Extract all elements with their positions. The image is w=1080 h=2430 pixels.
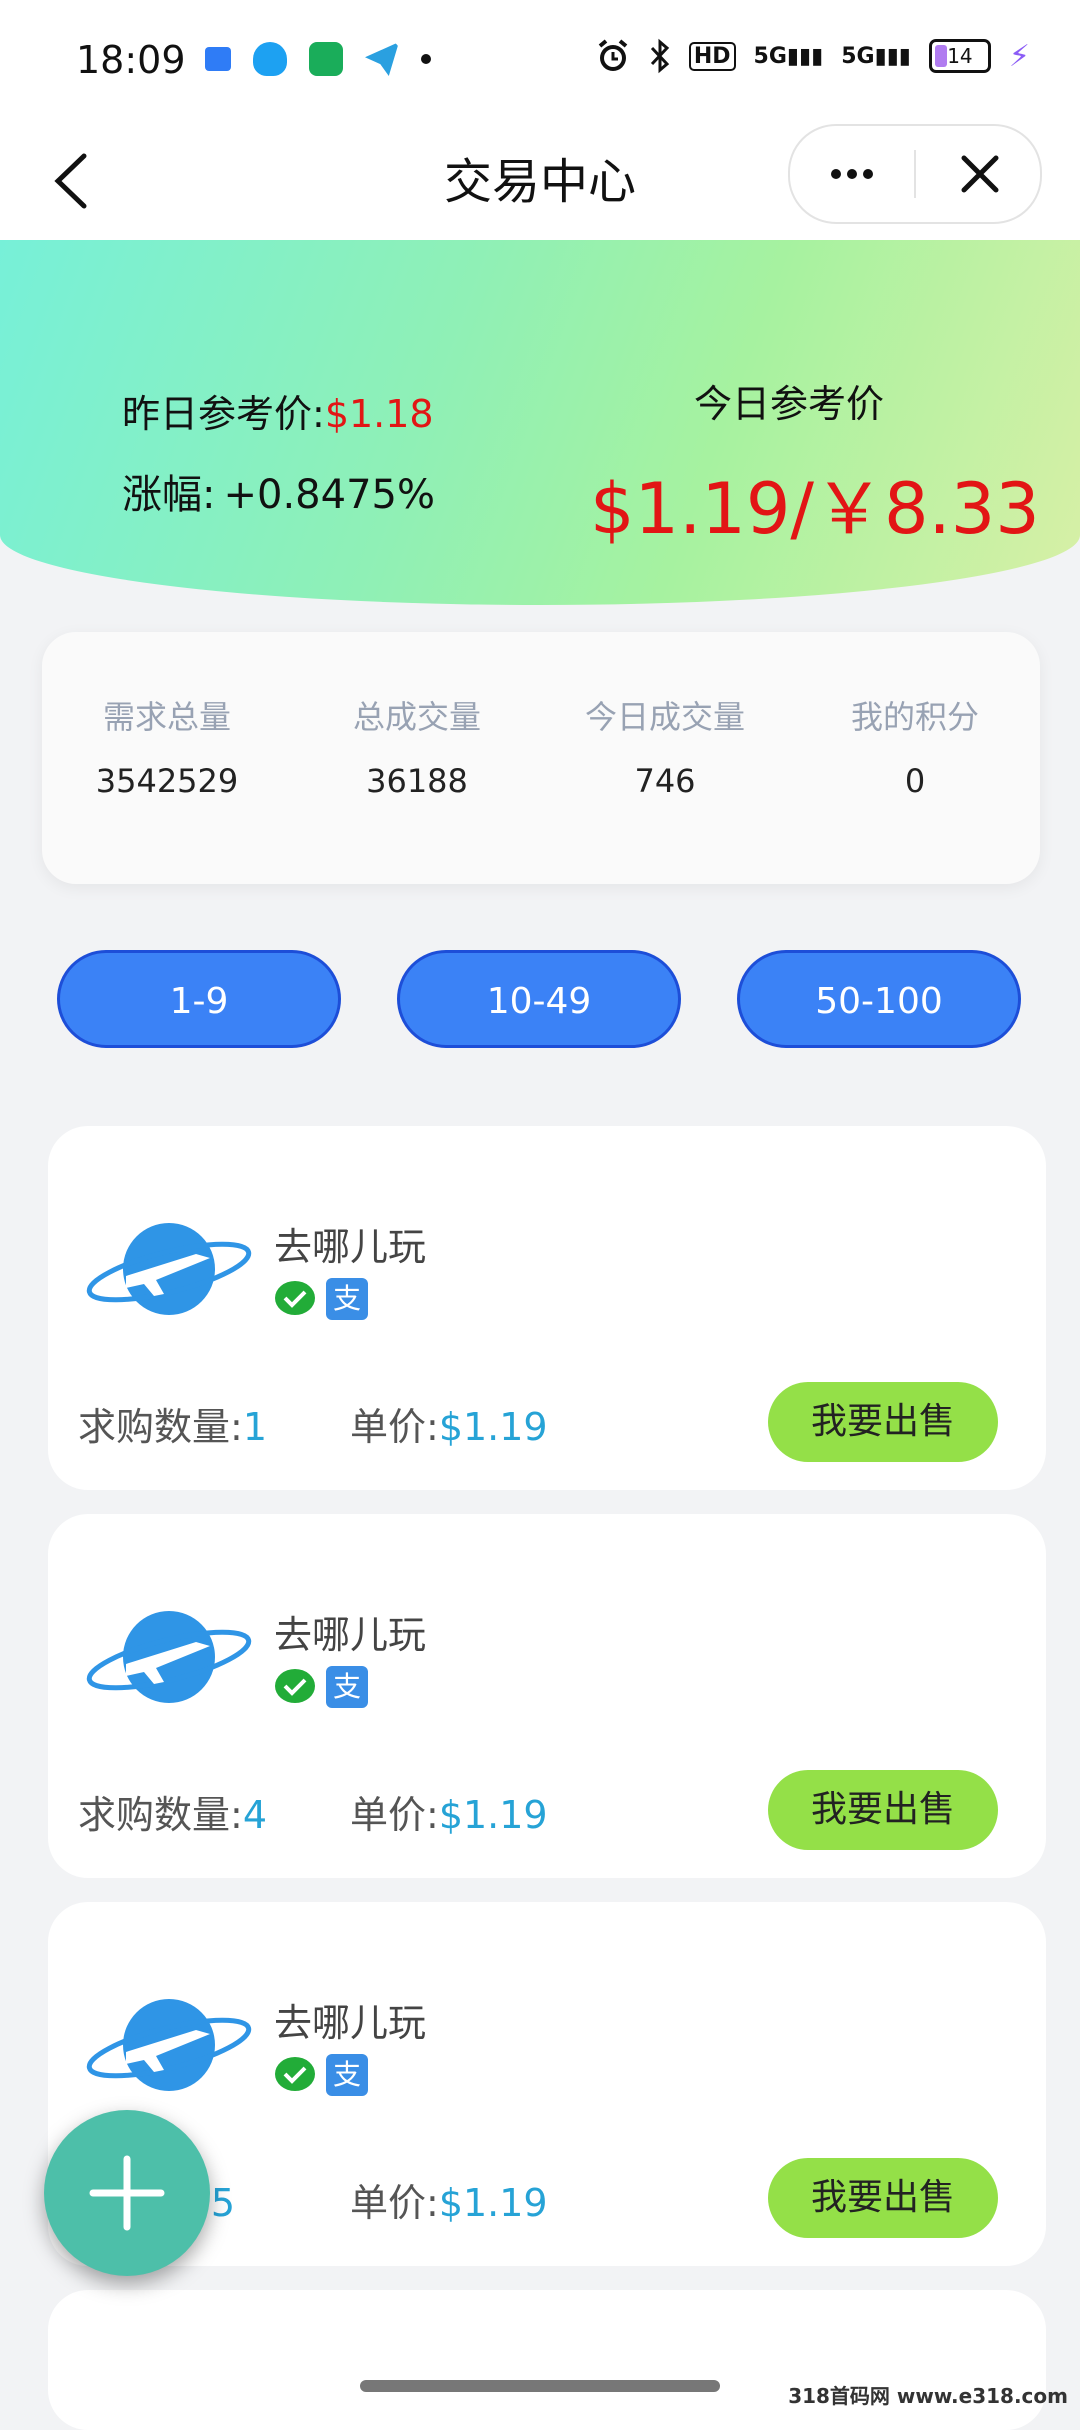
stat-label: 总成交量 bbox=[352, 698, 481, 736]
sell-button[interactable]: 我要出售 bbox=[768, 1770, 998, 1850]
stat-total-demand: 需求总量 3542529 bbox=[42, 692, 292, 800]
alipay-icon: 支 bbox=[326, 2054, 368, 2096]
payment-methods: 支 bbox=[274, 1278, 368, 1320]
yesterday-price-value: $1.18 bbox=[324, 392, 434, 436]
price-hero: 昨日参考价:$1.18 涨幅: +0.8475% 今日参考价 $1.19/￥8.3… bbox=[0, 240, 1080, 605]
unit-price-value: $1.19 bbox=[438, 1405, 548, 1449]
payment-methods: 支 bbox=[274, 1666, 368, 1708]
price-change-value: +0.8475% bbox=[223, 472, 435, 518]
home-indicator[interactable] bbox=[360, 2380, 720, 2392]
stat-today-volume: 今日成交量 746 bbox=[540, 692, 790, 800]
quantity-value: 1 bbox=[242, 1405, 267, 1449]
filter-button-10-49[interactable]: 10-49 bbox=[397, 950, 681, 1048]
quantity-label: 求购数量: bbox=[78, 1793, 243, 1837]
sell-button[interactable]: 我要出售 bbox=[768, 2158, 998, 2238]
status-right: HD 5G▮▮▮ 5G▮▮▮ 14 ⚡ bbox=[595, 38, 1030, 74]
today-price-value: $1.19/￥8.33 bbox=[590, 468, 1040, 550]
stat-value: 746 bbox=[634, 762, 696, 800]
payment-methods: 支 bbox=[274, 2054, 368, 2096]
capsule-divider bbox=[914, 150, 916, 198]
sell-button[interactable]: 我要出售 bbox=[768, 1382, 998, 1462]
more-notifications-dot bbox=[421, 54, 431, 64]
price-change-label: 涨幅: bbox=[122, 472, 216, 518]
wechat-pay-icon bbox=[275, 1281, 315, 1315]
status-bar: 18:09 HD 5G▮▮▮ 5G▮▮▮ 14 ⚡ bbox=[0, 0, 1080, 120]
quantity-value: 4 bbox=[242, 1793, 267, 1837]
unit-price: 单价:$1.19 bbox=[350, 2172, 548, 2227]
wechat-pay-icon bbox=[275, 1669, 315, 1703]
signal-5g-icon: 5G▮▮▮ bbox=[753, 43, 824, 69]
purchase-quantity: 求购数量:4 bbox=[78, 1784, 267, 1839]
purchase-quantity: 求购数量:1 bbox=[78, 1396, 267, 1451]
filter-button-50-100[interactable]: 50-100 bbox=[737, 950, 1021, 1048]
signal-5g-icon-2: 5G▮▮▮ bbox=[841, 43, 911, 69]
list-item[interactable]: 去哪儿玩 支 求购数量:4 单价:$1.19 我要出售 bbox=[48, 1514, 1046, 1878]
hd-icon: HD bbox=[688, 41, 736, 71]
more-button[interactable] bbox=[820, 146, 884, 202]
stat-label: 今日成交量 bbox=[584, 698, 745, 736]
yesterday-price: 昨日参考价:$1.18 bbox=[122, 383, 434, 438]
back-button[interactable] bbox=[40, 146, 110, 216]
stat-total-volume: 总成交量 36188 bbox=[292, 692, 542, 800]
quantity-label: 求购数量: bbox=[78, 1405, 243, 1449]
unit-price-label: 单价: bbox=[350, 1405, 439, 1449]
status-app-icons bbox=[205, 42, 431, 76]
add-button[interactable] bbox=[44, 2110, 210, 2276]
bluetooth-icon bbox=[650, 38, 669, 74]
unit-price-label: 单价: bbox=[350, 2181, 439, 2225]
alipay-icon: 支 bbox=[326, 1278, 368, 1320]
alipay-icon: 支 bbox=[326, 1666, 368, 1708]
charging-icon: ⚡ bbox=[1008, 38, 1030, 74]
plane-logo-icon bbox=[86, 1611, 252, 1703]
shop-name: 去哪儿玩 bbox=[274, 1613, 427, 1657]
mini-program-capsule bbox=[788, 124, 1042, 224]
watermark: 318首码网 www.e318.com bbox=[788, 2384, 1068, 2408]
plus-icon bbox=[89, 2155, 165, 2231]
plane-logo-icon bbox=[86, 1223, 252, 1315]
stat-value: 36188 bbox=[366, 762, 468, 800]
stats-card: 需求总量 3542529 总成交量 36188 今日成交量 746 我的积分 0 bbox=[42, 632, 1040, 884]
stat-value: 0 bbox=[904, 762, 926, 800]
unit-price-value: $1.19 bbox=[438, 1793, 548, 1837]
today-price-label: 今日参考价 bbox=[694, 382, 885, 426]
message-icon bbox=[309, 42, 343, 76]
app-notification-icon bbox=[205, 47, 231, 71]
unit-price-label: 单价: bbox=[350, 1793, 439, 1837]
shop-name: 去哪儿玩 bbox=[274, 2001, 427, 2045]
yesterday-price-label: 昨日参考价: bbox=[122, 392, 325, 436]
price-change: 涨幅: +0.8475% bbox=[122, 462, 435, 520]
alarm-icon bbox=[598, 39, 628, 71]
close-button[interactable] bbox=[950, 146, 1010, 202]
stat-label: 需求总量 bbox=[102, 698, 231, 736]
nav-bar: 交易中心 bbox=[0, 120, 1080, 240]
battery-icon: 14 bbox=[928, 39, 991, 73]
stat-value: 3542529 bbox=[95, 762, 239, 800]
list-item[interactable] bbox=[48, 2290, 1046, 2430]
qq-icon bbox=[253, 42, 287, 76]
list-item[interactable]: 去哪儿玩 支 求购数量:1 单价:$1.19 我要出售 bbox=[48, 1126, 1046, 1490]
filter-button-1-9[interactable]: 1-9 bbox=[57, 950, 341, 1048]
unit-price-value: $1.19 bbox=[438, 2181, 548, 2225]
wechat-pay-icon bbox=[275, 2057, 315, 2091]
stat-my-points: 我的积分 0 bbox=[790, 692, 1040, 800]
telegram-icon bbox=[365, 42, 399, 76]
plane-logo-icon bbox=[86, 1999, 252, 2091]
stat-label: 我的积分 bbox=[850, 698, 979, 736]
quantity-value: 5 bbox=[210, 2181, 235, 2225]
shop-name: 去哪儿玩 bbox=[274, 1225, 427, 1269]
unit-price: 单价:$1.19 bbox=[350, 1396, 548, 1451]
unit-price: 单价:$1.19 bbox=[350, 1784, 548, 1839]
status-time: 18:09 bbox=[76, 38, 186, 82]
